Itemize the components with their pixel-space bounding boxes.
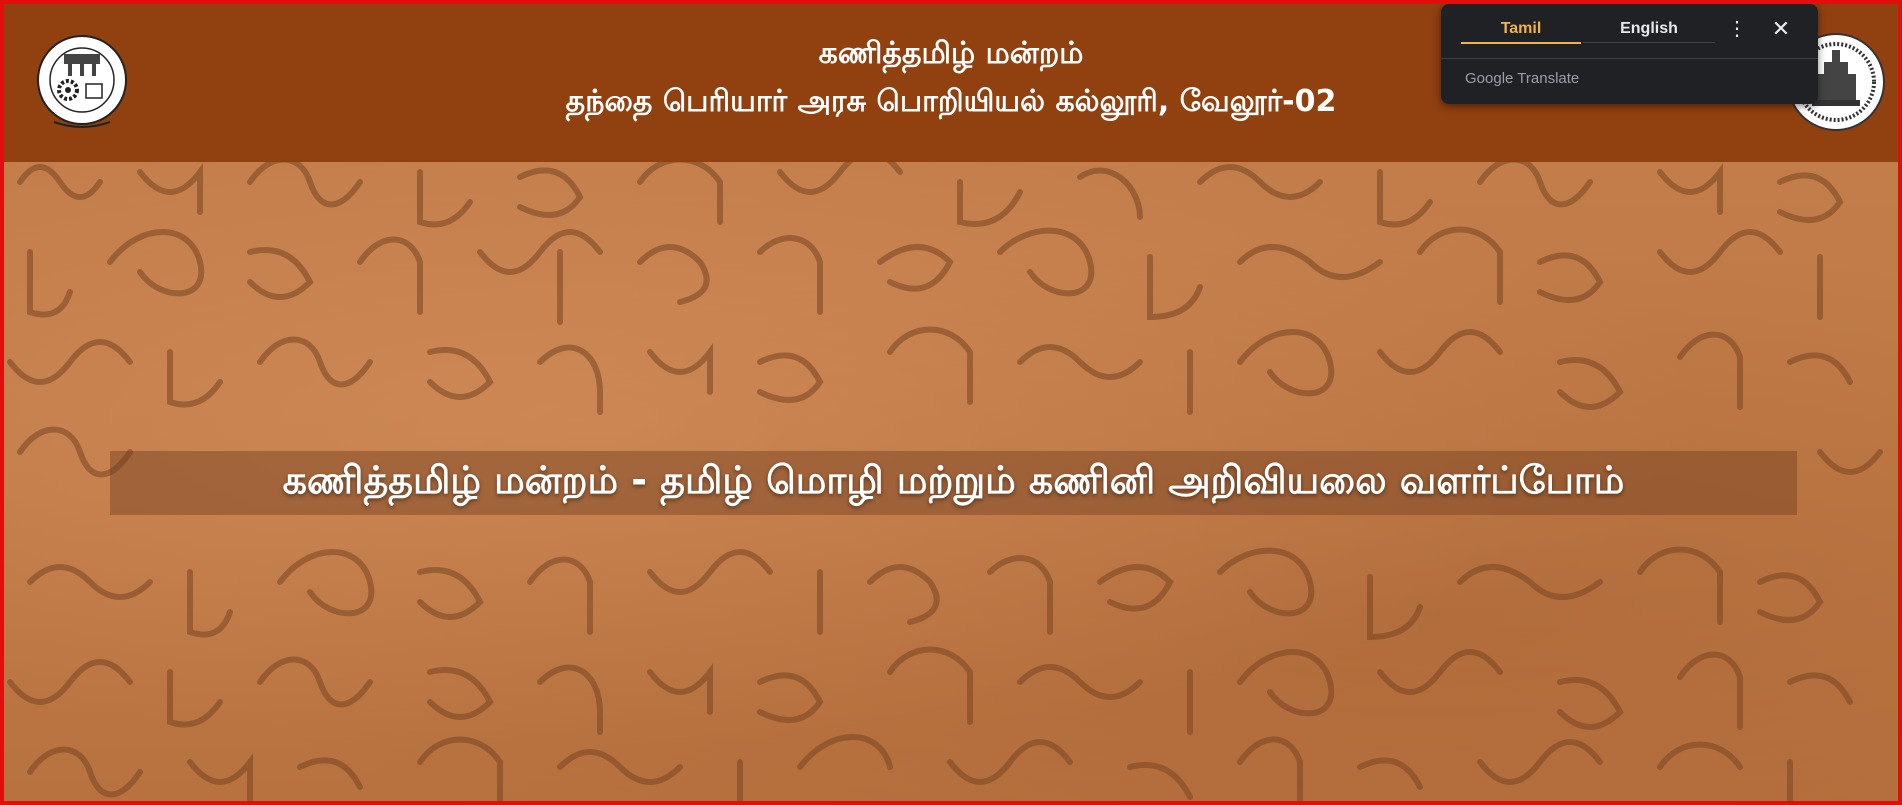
hero-banner: கணித்தமிழ் மன்றம் - தமிழ் மொழி மற்றும் க… <box>110 451 1797 515</box>
brand-translate: Translate <box>1517 70 1580 87</box>
hero-tagline: கணித்தமிழ் மன்றம் - தமிழ் மொழி மற்றும் க… <box>282 458 1625 502</box>
hero-section: கணித்தமிழ் மன்றம் - தமிழ் மொழி மற்றும் க… <box>0 162 1902 805</box>
google-translate-brand[interactable]: Google Translate <box>1465 70 1579 87</box>
popup-divider <box>1441 58 1818 59</box>
tab-english[interactable]: English <box>1583 16 1715 43</box>
more-vert-icon[interactable]: ⋮ <box>1725 14 1749 44</box>
tab-tamil[interactable]: Tamil <box>1461 16 1581 44</box>
close-icon[interactable]: ✕ <box>1767 14 1795 44</box>
brand-google: Google <box>1465 70 1514 87</box>
google-translate-popup: Tamil English ⋮ ✕ Google Translate <box>1441 4 1818 104</box>
